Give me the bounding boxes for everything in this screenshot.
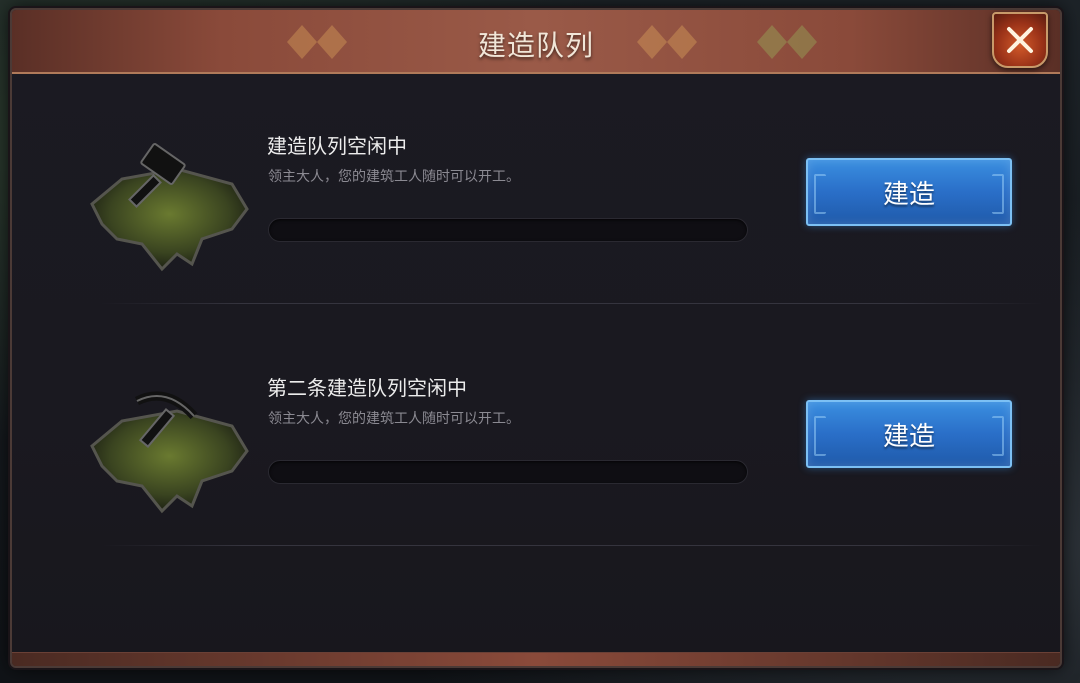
build-button-label: 建造 <box>882 421 935 452</box>
queue-description: 领主大人，您的建筑工人随时可以开工。 <box>268 169 520 185</box>
close-button[interactable] <box>992 12 1048 68</box>
queue-progress-bar <box>268 218 748 242</box>
build-queue-row-1: 建造队列空闲中 领主大人，您的建筑工人随时可以开工。 建造 <box>82 94 1042 304</box>
empty-construction-plot <box>90 391 249 514</box>
build-button-1[interactable]: 建造 <box>806 158 1012 226</box>
queue-progress-bar <box>268 460 748 484</box>
build-queue-dialog: 建造队列 建造队列空闲中 领主大人，您的建筑工人随时可以开工。 建造 第二条建造… <box>10 8 1062 668</box>
row-divider <box>102 545 1042 546</box>
build-button-2[interactable]: 建造 <box>806 400 1012 468</box>
queue-description: 领主大人，您的建筑工人随时可以开工。 <box>268 411 520 427</box>
empty-construction-plot <box>90 143 249 272</box>
row-divider <box>102 303 1042 304</box>
dialog-title-bar: 建造队列 <box>12 10 1060 74</box>
queue-title: 建造队列空闲中 <box>267 134 407 158</box>
queue-title: 第二条建造队列空闲中 <box>267 376 467 400</box>
dialog-title: 建造队列 <box>477 29 594 62</box>
build-button-label: 建造 <box>882 179 935 210</box>
close-x-icon <box>1007 27 1033 53</box>
build-queue-row-2: 第二条建造队列空闲中 领主大人，您的建筑工人随时可以开工。 建造 <box>82 336 1042 546</box>
dialog-bottom-border <box>12 652 1060 666</box>
